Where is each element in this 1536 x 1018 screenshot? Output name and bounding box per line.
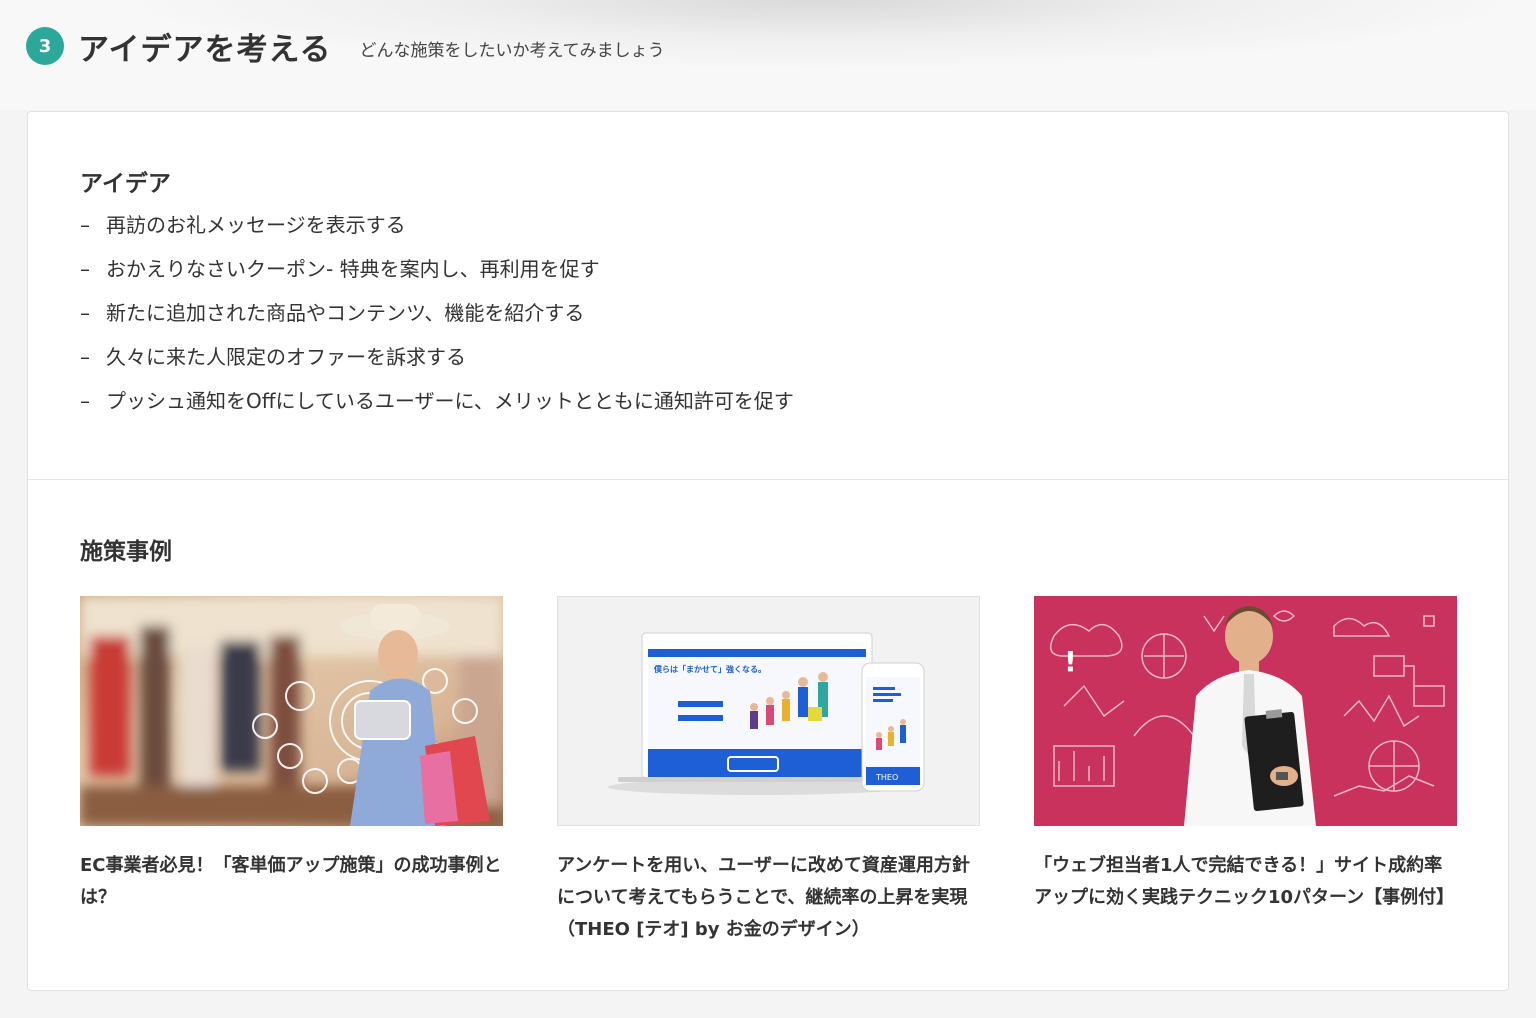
step-number-badge: 3 [26, 27, 64, 65]
dash-bullet: – [80, 257, 90, 281]
ideas-list: – 再訪のお礼メッセージを表示する – おかえりなさいクーポン- 特典を案内し、再利… [80, 210, 794, 430]
case-title[interactable]: 「ウェブ担当者1人で完結できる！」サイト成約率アップに効く実践テクニック10パタ… [1034, 850, 1457, 914]
page-subtitle: どんな施策をしたいか考えてみましょう [359, 40, 665, 61]
dash-bullet: – [80, 345, 90, 369]
mockup-headline: 僕らは「まかせて」強くなる。 [653, 664, 766, 674]
shopping-woman-photo [80, 596, 503, 826]
idea-text: おかえりなさいクーポン- 特典を案内し、再利用を促す [106, 257, 600, 281]
idea-text: プッシュ通知をOffにしているユーザーに、メリットとともに通知許可を促す [106, 389, 794, 413]
case-title[interactable]: EC事業者必見！「客単価アップ施策」の成功事例とは？ [80, 850, 503, 914]
case-title[interactable]: アンケートを用い、ユーザーに改めて資産運用方針について考えてもらうことで、継続率… [557, 850, 980, 946]
case-thumbnail[interactable] [80, 596, 503, 826]
ideas-section: アイデア – 再訪のお礼メッセージを表示する – おかえりなさいクーポン- 特典を案… [28, 112, 1508, 480]
case-card-3[interactable]: ! 「ウェブ担当者1人で完結できる！」サイト成約率アップに効く実践テクニック10… [1034, 596, 1457, 914]
case-card-2[interactable]: 僕らは「まかせて」強くなる。 THEO アンケートを用い、ユーザーに改めて資産運… [557, 596, 980, 946]
svg-text:!: ! [1064, 645, 1077, 678]
idea-item: – おかえりなさいクーポン- 特典を案内し、再利用を促す [80, 254, 794, 298]
theo-website-mockup: 僕らは「まかせて」強くなる。 THEO [558, 597, 979, 825]
case-thumbnail[interactable]: ! [1034, 596, 1457, 826]
idea-text: 新たに追加された商品やコンテンツ、機能を紹介する [106, 301, 585, 325]
idea-item: – プッシュ通知をOffにしているユーザーに、メリットとともに通知許可を促す [80, 386, 794, 430]
dash-bullet: – [80, 213, 90, 237]
idea-text: 再訪のお礼メッセージを表示する [106, 213, 406, 237]
step-header: 3 アイデアを考える どんな施策をしたいか考えてみましょう [26, 24, 665, 68]
idea-text: 久々に来た人限定のオファーを訴求する [106, 345, 466, 369]
businessman-whiteboard-photo: ! [1034, 596, 1457, 826]
case-card-1[interactable]: EC事業者必見！「客単価アップ施策」の成功事例とは？ [80, 596, 503, 914]
cases-title: 施策事例 [80, 539, 172, 565]
dash-bullet: – [80, 389, 90, 413]
idea-item: – 新たに追加された商品やコンテンツ、機能を紹介する [80, 298, 794, 342]
content-card: アイデア – 再訪のお礼メッセージを表示する – おかえりなさいクーポン- 特典を案… [27, 111, 1509, 991]
case-thumbnail[interactable]: 僕らは「まかせて」強くなる。 THEO [557, 596, 980, 826]
idea-item: – 再訪のお礼メッセージを表示する [80, 210, 794, 254]
page-title: アイデアを考える [78, 31, 332, 68]
idea-item: – 久々に来た人限定のオファーを訴求する [80, 342, 794, 386]
ideas-title: アイデア [80, 171, 171, 197]
dash-bullet: – [80, 301, 90, 325]
theo-logo: THEO [875, 773, 898, 782]
